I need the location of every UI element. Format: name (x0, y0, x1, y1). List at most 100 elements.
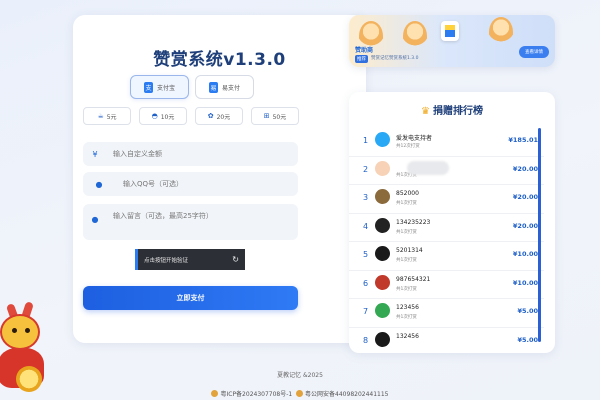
banner-detail-button[interactable]: 查看详情 (519, 46, 549, 58)
rank-number: 4 (363, 221, 369, 231)
donor-name: 爱发电支持者 (396, 135, 433, 142)
donor-name: 852000 (396, 190, 419, 197)
donor-name: 134235223 (396, 218, 431, 226)
rank-number: 5 (363, 250, 369, 259)
donor-name: 5201314 (396, 247, 423, 254)
currency-icon: ¥ (92, 149, 98, 159)
captcha-label: 点击按钮开始验证 (144, 257, 189, 264)
pay-method-label: 易支付 (221, 84, 240, 92)
ranking-card: ♛ 捐赠排行榜 1 爱发电支持者 共12次打赏 ¥185.01 2 共1次打赏 ¥20.00 3… (349, 92, 555, 353)
cake-icon: ◓ (151, 112, 158, 120)
icp-footer: 粤ICP备2024307708号-1 粤公网安备44098202441115 (0, 389, 600, 398)
donation-amount: ¥5.00 (517, 335, 538, 344)
custom-amount-placeholder: 输入自定义金额 (113, 150, 162, 158)
avatar (375, 160, 390, 176)
donation-amount: ¥5.00 (517, 307, 538, 315)
ranking-row: 7 123456 共1次打赏 ¥5.00 (349, 299, 544, 328)
donation-count: 共1次打赏 (396, 315, 417, 320)
avatar (375, 132, 390, 147)
banner-tag: 推荐 (355, 55, 368, 63)
submit-pay-button[interactable]: 立即支付 (83, 286, 298, 310)
anime-figure-image (489, 17, 513, 47)
captcha-button[interactable]: 点击按钮开始验证 ↻ (135, 249, 245, 270)
page-title: 赞赏系统v1.3.0 (153, 50, 286, 70)
donor-name: 132456 (396, 332, 419, 340)
qq-placeholder: 输入QQ号（可选） (123, 180, 184, 188)
rank-number: 8 (363, 335, 369, 345)
police-link[interactable]: 粤公网安备44098202441115 (305, 391, 388, 398)
amount-5-button[interactable]: ☕ 5元 (83, 107, 131, 125)
message-placeholder: 输入留言（可选，最高25字符） (113, 212, 213, 220)
anime-figure-image (403, 21, 427, 51)
treat-icon: ✿ (207, 112, 214, 120)
donor-name: 987654321 (396, 275, 431, 283)
donation-count: 共1次打赏 (396, 201, 417, 206)
ranking-row: 8 132456 ¥5.00 (349, 328, 544, 354)
donation-count: 共12次打赏 (396, 144, 420, 149)
pay-method-alipay-button[interactable]: 支 支付宝 (130, 75, 189, 99)
avatar (375, 217, 390, 233)
app-icon (441, 21, 459, 41)
crown-icon: ♛ (421, 106, 430, 117)
avatar (375, 189, 390, 204)
ranking-row: 4 134235223 共1次打赏 ¥20.00 (349, 214, 544, 242)
gift-icon: ⊞ (263, 112, 270, 120)
alipay-icon: 支 (143, 81, 153, 93)
avatar (375, 331, 390, 347)
ranking-title-text: 捐赠排行榜 (432, 106, 483, 117)
banner-title: 赞助商 (355, 47, 374, 54)
donation-amount: ¥185.01 (508, 136, 538, 144)
badge-icon (211, 390, 219, 397)
rank-number: 3 (363, 193, 369, 202)
donation-amount: ¥20.00 (512, 221, 538, 230)
submit-label: 立即支付 (176, 294, 205, 302)
dragon-mascot-image (0, 296, 54, 400)
amount-label: 10元 (160, 113, 175, 121)
sponsor-banner[interactable]: 赞助商 推荐 赞赏记忆赞赏系统1.3.0 查看详情 (349, 15, 555, 67)
ranking-list[interactable]: 1 爱发电支持者 共12次打赏 ¥185.01 2 共1次打赏 ¥20.00 3 852000 共… (349, 128, 544, 353)
epay-icon: 易 (208, 81, 218, 93)
ranking-row: 5 5201314 共1次打赏 ¥10.00 (349, 242, 544, 271)
donation-form-card: 赞赏系统v1.3.0 支 支付宝 易 易支付 ☕ 5元 ◓ 10元 ✿ 20元 … (73, 15, 366, 343)
pay-method-label: 支付宝 (156, 84, 175, 92)
ranking-title: ♛ 捐赠排行榜 (349, 102, 555, 117)
amount-20-button[interactable]: ✿ 20元 (195, 107, 243, 125)
icp-link[interactable]: 粤ICP备2024307708号-1 (220, 391, 292, 398)
rank-number: 1 (363, 136, 369, 145)
amount-50-button[interactable]: ⊞ 50元 (251, 107, 299, 125)
donation-count: 共1次打赏 (396, 258, 417, 263)
qq-icon: ● (95, 179, 103, 189)
message-icon: ● (91, 215, 99, 224)
scrollbar[interactable] (538, 128, 541, 342)
donation-count: 共1次打赏 (396, 286, 417, 292)
police-badge-icon (296, 390, 304, 397)
refresh-icon: ↻ (232, 255, 239, 264)
amount-label: 20元 (216, 113, 231, 121)
banner-text: 赞赏记忆赞赏系统1.3.0 (371, 56, 419, 61)
donation-amount: ¥10.00 (512, 250, 538, 258)
avatar (375, 246, 390, 261)
donor-name: 123456 (396, 304, 419, 311)
rank-number: 6 (363, 278, 369, 288)
ranking-row: 1 爱发电支持者 共12次打赏 ¥185.01 (349, 128, 544, 157)
ranking-row: 2 共1次打赏 ¥20.00 (349, 157, 544, 185)
ranking-row: 6 987654321 共1次打赏 ¥10.00 (349, 271, 544, 299)
donation-amount: ¥10.00 (512, 278, 538, 287)
pay-method-epay-button[interactable]: 易 易支付 (195, 75, 254, 99)
ranking-row: 3 852000 共1次打赏 ¥20.00 (349, 185, 544, 214)
amount-label: 50元 (272, 113, 287, 121)
amount-10-button[interactable]: ◓ 10元 (139, 107, 187, 125)
donation-count: 共1次打赏 (396, 229, 417, 235)
message-textarea[interactable]: ● 输入留言（可选，最高25字符） (83, 204, 298, 240)
donation-amount: ¥20.00 (512, 164, 538, 173)
rank-number: 7 (363, 307, 369, 316)
donation-amount: ¥20.00 (512, 193, 538, 201)
copyright-text: 夏教记忆 &2025 (277, 372, 323, 379)
custom-amount-input[interactable]: ¥ 输入自定义金额 (83, 142, 298, 166)
blurred-name (407, 160, 449, 175)
amount-label: 5元 (106, 113, 117, 121)
qq-input[interactable]: ● 输入QQ号（可选） (83, 172, 298, 196)
coffee-icon: ☕ (97, 112, 104, 120)
avatar (375, 303, 390, 318)
rank-number: 2 (363, 164, 369, 174)
